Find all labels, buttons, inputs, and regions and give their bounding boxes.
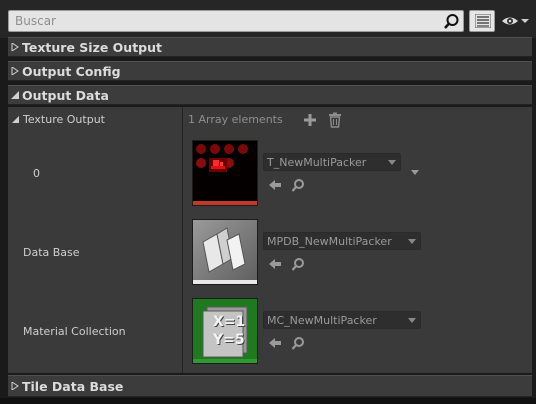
array-index-label: 0 [33,167,40,180]
magnifier-icon[interactable] [291,257,305,271]
element-options-chevron-icon[interactable] [411,170,419,175]
search-field[interactable] [8,10,464,32]
arrow-left-icon[interactable] [268,178,282,192]
chevron-right-icon [11,67,19,75]
chevron-down-icon[interactable] [12,116,19,123]
search-bar [0,0,536,38]
section-label: Texture Size Output [22,40,162,55]
eye-icon[interactable] [500,12,530,30]
section-label: Output Config [22,64,121,79]
search-icon[interactable] [443,13,460,30]
chevron-down-icon [408,318,416,323]
collection-asset-name: MC_NewMultiPacker [267,314,377,327]
database-asset-name: MPDB_NewMultiPacker [267,235,392,248]
thumb-text-line2: Y=5 [213,332,245,348]
chevron-down-icon [11,91,19,99]
trash-icon[interactable] [327,112,343,128]
list-view-icon [475,14,491,28]
texture-output-label: Texture Output [23,113,105,126]
data-base-label: Data Base [23,246,80,259]
array-count: 1 Array elements [188,113,283,126]
chevron-right-icon [11,43,19,51]
texture-asset-combo[interactable]: T_NewMultiPacker [263,153,401,171]
magnifier-icon[interactable] [291,178,305,192]
texture-thumbnail[interactable] [192,140,258,206]
search-input[interactable] [15,13,435,29]
database-preview-icon [193,220,257,284]
material-collection-label: Material Collection [23,325,126,338]
database-thumbnail[interactable] [192,219,258,285]
bottom-edge [0,398,536,404]
chevron-down-icon [388,160,396,165]
magnifier-icon[interactable] [291,336,305,350]
view-options-button[interactable] [469,10,495,32]
section-texture-size-output[interactable]: Texture Size Output [8,37,532,57]
section-label: Tile Data Base [22,379,124,394]
database-asset-combo[interactable]: MPDB_NewMultiPacker [263,232,421,250]
section-output-data[interactable]: Output Data [8,85,532,105]
chevron-down-icon [408,239,416,244]
section-tile-data-base[interactable]: Tile Data Base [8,375,532,397]
material-collection-icon [193,299,257,363]
plus-icon[interactable] [302,112,318,128]
section-output-config[interactable]: Output Config [8,61,532,81]
column-divider[interactable] [182,107,183,373]
collection-asset-combo[interactable]: MC_NewMultiPacker [263,311,421,329]
thumb-text-line1: X=1 [213,314,246,330]
arrow-left-icon[interactable] [268,336,282,350]
collection-thumbnail[interactable]: X=1 Y=5 [192,298,258,364]
chevron-right-icon [11,382,19,390]
section-label: Output Data [22,88,109,103]
texture-asset-name: T_NewMultiPacker [267,156,367,169]
arrow-left-icon[interactable] [268,257,282,271]
texture-preview-icon [193,141,257,205]
